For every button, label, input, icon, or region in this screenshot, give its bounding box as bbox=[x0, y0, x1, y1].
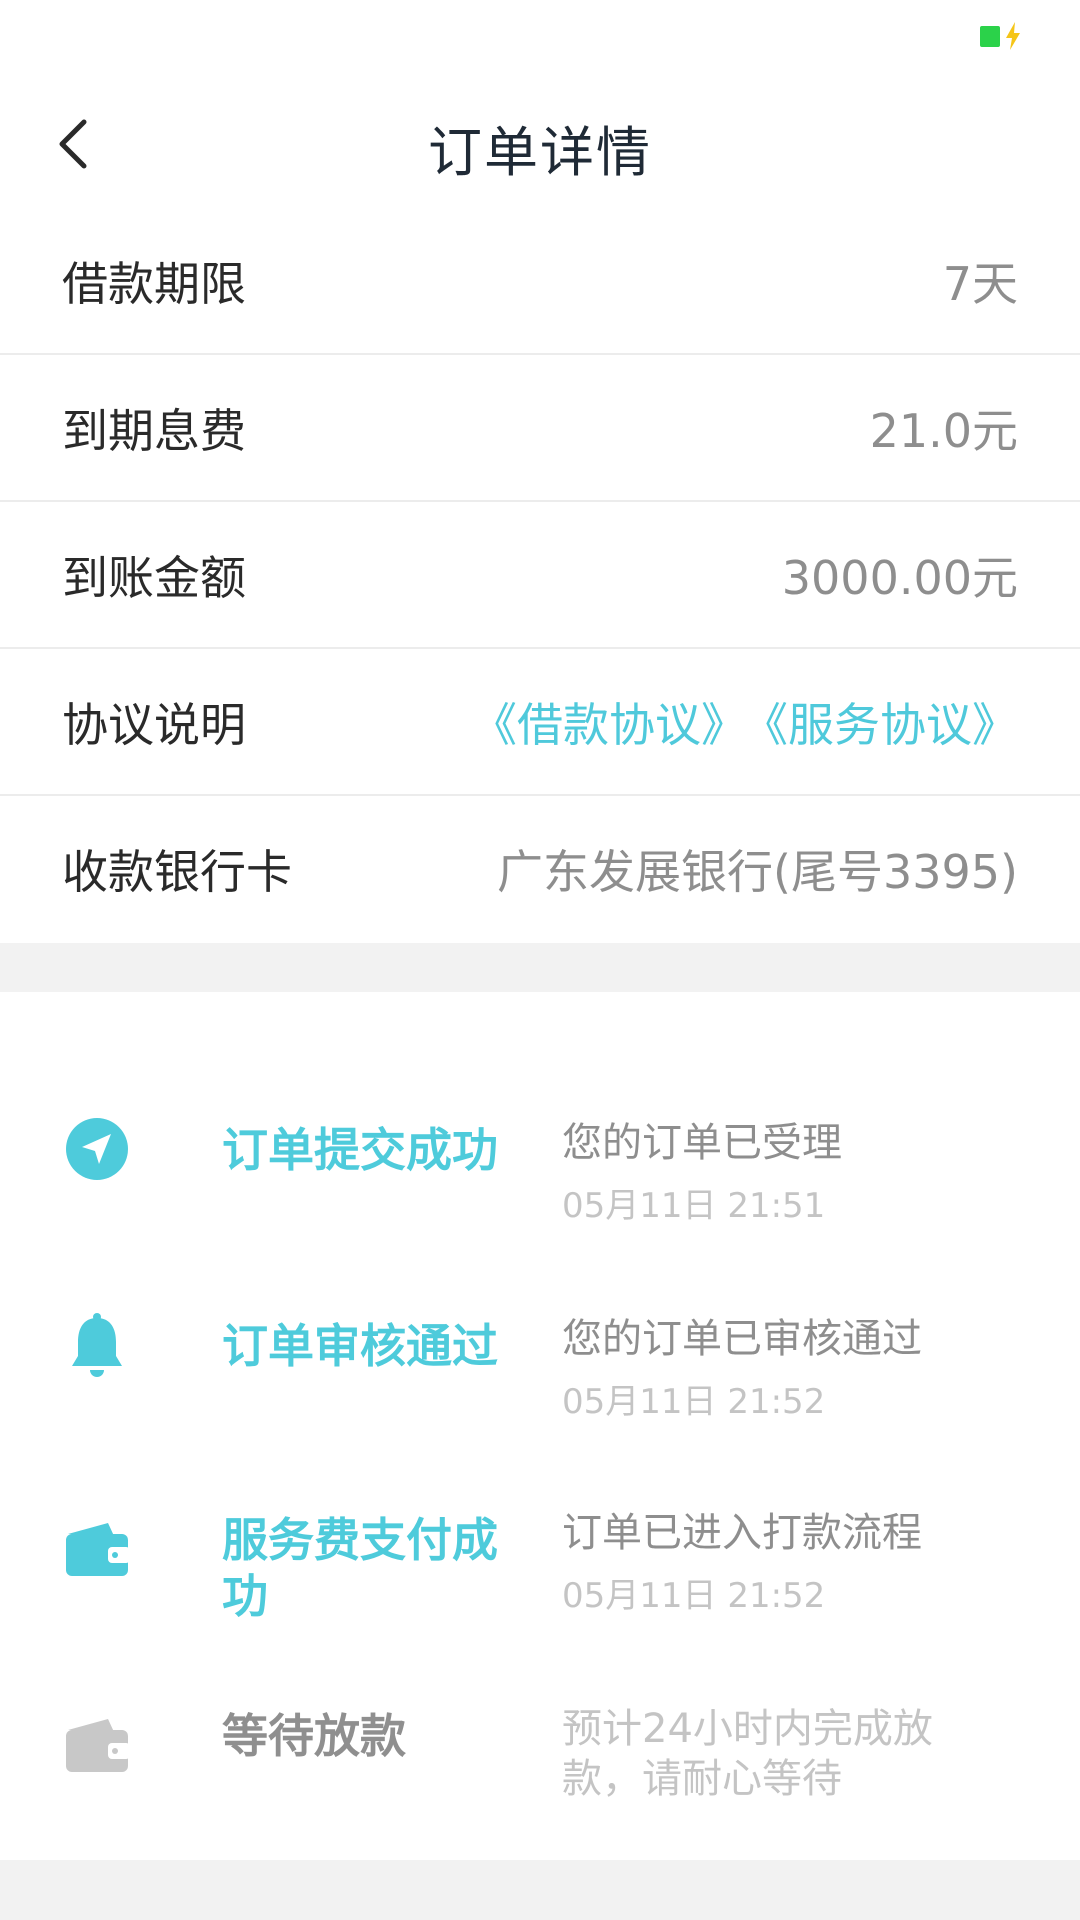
order-progress-timeline: 订单提交成功 您的订单已受理 05月11日 21:51 订单审核通过 您的订单已… bbox=[0, 992, 1080, 1860]
page-title: 订单详情 bbox=[428, 121, 652, 184]
info-row-loan-term: 借款期限 7天 bbox=[0, 208, 1080, 355]
bell-icon bbox=[64, 1312, 130, 1378]
service-agreement-link[interactable]: 《服务协议》 bbox=[765, 698, 1018, 752]
wallet-icon bbox=[64, 1712, 130, 1778]
step-time: 05月11日 21:51 bbox=[562, 1186, 826, 1226]
status-bar bbox=[0, 0, 1080, 80]
interest-label: 到期息费 bbox=[62, 404, 246, 458]
step-desc: 预计24小时内完成放款，请耐心等待 bbox=[562, 1706, 933, 1802]
info-row-interest: 到期息费 21.0元 bbox=[0, 355, 1080, 502]
loan-term-value: 7天 bbox=[942, 257, 1018, 311]
step-time: 05月11日 21:52 bbox=[562, 1382, 826, 1422]
step-title: 订单审核通过 bbox=[222, 1319, 498, 1373]
interest-value: 21.0元 bbox=[869, 404, 1018, 458]
nav-bar: 订单详情 bbox=[0, 80, 1080, 208]
step-title: 服务费支付成功 bbox=[222, 1513, 498, 1623]
step-desc: 您的订单已受理 bbox=[562, 1120, 842, 1166]
bank-card-value: 广东发展银行(尾号3395) bbox=[497, 845, 1018, 899]
info-row-agreements: 协议说明 《借款协议》 《服务协议》 bbox=[0, 649, 1080, 796]
step-title: 等待放款 bbox=[222, 1709, 406, 1763]
step-desc: 您的订单已审核通过 bbox=[562, 1316, 922, 1362]
battery-charging-icon bbox=[980, 22, 1028, 50]
step-desc: 订单已进入打款流程 bbox=[562, 1510, 922, 1556]
agreements-label: 协议说明 bbox=[62, 698, 246, 752]
step-time: 05月11日 21:52 bbox=[562, 1576, 826, 1616]
bank-card-label: 收款银行卡 bbox=[62, 845, 292, 899]
info-row-bank-card: 收款银行卡 广东发展银行(尾号3395) bbox=[0, 796, 1080, 943]
order-info-list: 借款期限 7天 到期息费 21.0元 到账金额 3000.00元 协议说明 《借… bbox=[0, 208, 1080, 943]
amount-label: 到账金额 bbox=[62, 551, 246, 605]
loan-agreement-link[interactable]: 《借款协议》 bbox=[471, 698, 747, 752]
paper-plane-icon bbox=[64, 1116, 130, 1182]
info-row-amount: 到账金额 3000.00元 bbox=[0, 502, 1080, 649]
agreement-links: 《借款协议》 《服务协议》 bbox=[453, 689, 1018, 755]
step-title: 订单提交成功 bbox=[222, 1123, 498, 1177]
wallet-icon bbox=[64, 1516, 130, 1582]
loan-term-label: 借款期限 bbox=[62, 257, 246, 311]
amount-value: 3000.00元 bbox=[781, 551, 1018, 605]
